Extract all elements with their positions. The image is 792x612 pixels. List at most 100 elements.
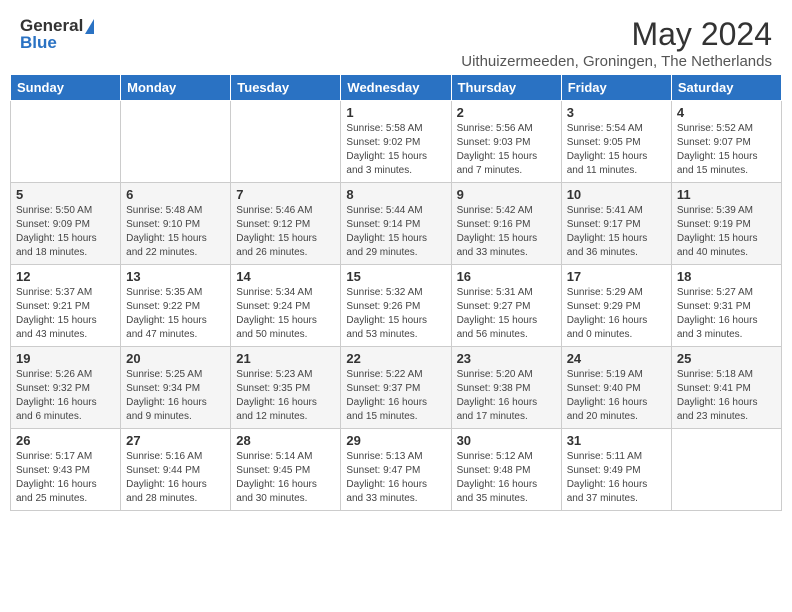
calendar-cell <box>11 101 121 183</box>
day-number: 14 <box>236 269 335 284</box>
calendar-cell: 18Sunrise: 5:27 AM Sunset: 9:31 PM Dayli… <box>671 265 781 347</box>
day-number: 12 <box>16 269 115 284</box>
calendar-cell: 31Sunrise: 5:11 AM Sunset: 9:49 PM Dayli… <box>561 429 671 511</box>
calendar-cell: 13 Sunrise: 5:35 AM Sunset: 9:22 PM Dayli… <box>121 265 231 347</box>
day-number: 9 <box>457 187 556 202</box>
day-number: 29 <box>346 433 445 448</box>
calendar-cell: 4 Sunrise: 5:52 AM Sunset: 9:07 PM Daylig… <box>671 101 781 183</box>
day-info: Sunrise: 5:13 AM Sunset: 9:47 PM Dayligh… <box>346 450 445 506</box>
day-number: 11 <box>677 187 776 202</box>
day-info: Sunrise: 5:41 AM Sunset: 9:17 PM Dayligh… <box>567 204 666 260</box>
day-number: 6 <box>126 187 225 202</box>
calendar-header-row: SundayMondayTuesdayWednesdayThursdayFrid… <box>11 75 782 101</box>
calendar-cell: 16 Sunrise: 5:31 AM Sunset: 9:27 PM Dayli… <box>451 265 561 347</box>
day-number: 10 <box>567 187 666 202</box>
calendar-cell: 17 Sunrise: 5:29 AM Sunset: 9:29 PM Dayli… <box>561 265 671 347</box>
day-info: Sunrise: 5:54 AM Sunset: 9:05 PM Dayligh… <box>567 122 666 178</box>
calendar-cell: 30 Sunrise: 5:12 AM Sunset: 9:48 PM Dayli… <box>451 429 561 511</box>
day-info: Sunrise: 5:11 AM Sunset: 9:49 PM Dayligh… <box>567 450 666 506</box>
title-block: May 2024 Uithuizermeeden, Groningen, The… <box>461 16 772 70</box>
day-number: 7 <box>236 187 335 202</box>
page-header: General Blue May 2024 Uithuizermeeden, G… <box>10 10 782 70</box>
calendar-week-row: 19 Sunrise: 5:26 AM Sunset: 9:32 PM Dayli… <box>11 347 782 429</box>
day-info: Sunrise: 5:14 AM Sunset: 9:45 PM Dayligh… <box>236 450 335 506</box>
logo-blue: Blue <box>20 33 57 53</box>
day-info: Sunrise: 5:44 AM Sunset: 9:14 PM Dayligh… <box>346 204 445 260</box>
calendar-cell: 9 Sunrise: 5:42 AM Sunset: 9:16 PM Daylig… <box>451 183 561 265</box>
day-info: Sunrise: 5:16 AM Sunset: 9:44 PM Dayligh… <box>126 450 225 506</box>
day-number: 30 <box>457 433 556 448</box>
logo-triangle-icon <box>85 19 94 34</box>
day-info: Sunrise: 5:17 AM Sunset: 9:43 PM Dayligh… <box>16 450 115 506</box>
location-subtitle: Uithuizermeeden, Groningen, The Netherla… <box>461 53 772 70</box>
calendar-cell: 12 Sunrise: 5:37 AM Sunset: 9:21 PM Dayli… <box>11 265 121 347</box>
day-info: Sunrise: 5:46 AM Sunset: 9:12 PM Dayligh… <box>236 204 335 260</box>
day-number: 17 <box>567 269 666 284</box>
day-number: 21 <box>236 351 335 366</box>
day-number: 4 <box>677 105 776 120</box>
day-number: 26 <box>16 433 115 448</box>
calendar-cell: 25 Sunrise: 5:18 AM Sunset: 9:41 PM Dayli… <box>671 347 781 429</box>
day-info: Sunrise: 5:20 AM Sunset: 9:38 PM Dayligh… <box>457 368 556 424</box>
day-info: Sunrise: 5:56 AM Sunset: 9:03 PM Dayligh… <box>457 122 556 178</box>
calendar-cell: 24Sunrise: 5:19 AM Sunset: 9:40 PM Dayli… <box>561 347 671 429</box>
day-number: 25 <box>677 351 776 366</box>
calendar-cell: 2 Sunrise: 5:56 AM Sunset: 9:03 PM Daylig… <box>451 101 561 183</box>
calendar-week-row: 26 Sunrise: 5:17 AM Sunset: 9:43 PM Dayli… <box>11 429 782 511</box>
calendar-table: SundayMondayTuesdayWednesdayThursdayFrid… <box>10 74 782 511</box>
calendar-cell: 23 Sunrise: 5:20 AM Sunset: 9:38 PM Dayli… <box>451 347 561 429</box>
calendar-cell: 8 Sunrise: 5:44 AM Sunset: 9:14 PM Daylig… <box>341 183 451 265</box>
calendar-cell: 29 Sunrise: 5:13 AM Sunset: 9:47 PM Dayli… <box>341 429 451 511</box>
day-header-tuesday: Tuesday <box>231 75 341 101</box>
day-info: Sunrise: 5:19 AM Sunset: 9:40 PM Dayligh… <box>567 368 666 424</box>
day-number: 15 <box>346 269 445 284</box>
day-info: Sunrise: 5:48 AM Sunset: 9:10 PM Dayligh… <box>126 204 225 260</box>
day-number: 23 <box>457 351 556 366</box>
day-info: Sunrise: 5:35 AM Sunset: 9:22 PM Dayligh… <box>126 286 225 342</box>
day-number: 16 <box>457 269 556 284</box>
day-number: 1 <box>346 105 445 120</box>
day-number: 13 <box>126 269 225 284</box>
calendar-cell: 19 Sunrise: 5:26 AM Sunset: 9:32 PM Dayli… <box>11 347 121 429</box>
calendar-week-row: 1 Sunrise: 5:58 AM Sunset: 9:02 PM Daylig… <box>11 101 782 183</box>
day-info: Sunrise: 5:37 AM Sunset: 9:21 PM Dayligh… <box>16 286 115 342</box>
day-number: 8 <box>346 187 445 202</box>
calendar-cell: 14 Sunrise: 5:34 AM Sunset: 9:24 PM Dayli… <box>231 265 341 347</box>
day-number: 5 <box>16 187 115 202</box>
day-info: Sunrise: 5:34 AM Sunset: 9:24 PM Dayligh… <box>236 286 335 342</box>
day-number: 2 <box>457 105 556 120</box>
calendar-cell: 11 Sunrise: 5:39 AM Sunset: 9:19 PM Dayli… <box>671 183 781 265</box>
calendar-cell <box>121 101 231 183</box>
day-info: Sunrise: 5:31 AM Sunset: 9:27 PM Dayligh… <box>457 286 556 342</box>
calendar-cell: 28 Sunrise: 5:14 AM Sunset: 9:45 PM Dayli… <box>231 429 341 511</box>
day-number: 28 <box>236 433 335 448</box>
calendar-cell: 15Sunrise: 5:32 AM Sunset: 9:26 PM Dayli… <box>341 265 451 347</box>
calendar-cell: 1 Sunrise: 5:58 AM Sunset: 9:02 PM Daylig… <box>341 101 451 183</box>
calendar-cell: 7 Sunrise: 5:46 AM Sunset: 9:12 PM Daylig… <box>231 183 341 265</box>
calendar-cell: 21Sunrise: 5:23 AM Sunset: 9:35 PM Dayli… <box>231 347 341 429</box>
day-info: Sunrise: 5:18 AM Sunset: 9:41 PM Dayligh… <box>677 368 776 424</box>
day-header-saturday: Saturday <box>671 75 781 101</box>
day-info: Sunrise: 5:52 AM Sunset: 9:07 PM Dayligh… <box>677 122 776 178</box>
day-info: Sunrise: 5:29 AM Sunset: 9:29 PM Dayligh… <box>567 286 666 342</box>
calendar-cell: 6 Sunrise: 5:48 AM Sunset: 9:10 PM Daylig… <box>121 183 231 265</box>
day-info: Sunrise: 5:42 AM Sunset: 9:16 PM Dayligh… <box>457 204 556 260</box>
day-number: 19 <box>16 351 115 366</box>
calendar-cell: 3Sunrise: 5:54 AM Sunset: 9:05 PM Daylig… <box>561 101 671 183</box>
day-info: Sunrise: 5:39 AM Sunset: 9:19 PM Dayligh… <box>677 204 776 260</box>
day-info: Sunrise: 5:12 AM Sunset: 9:48 PM Dayligh… <box>457 450 556 506</box>
day-header-monday: Monday <box>121 75 231 101</box>
day-info: Sunrise: 5:50 AM Sunset: 9:09 PM Dayligh… <box>16 204 115 260</box>
day-header-sunday: Sunday <box>11 75 121 101</box>
day-info: Sunrise: 5:26 AM Sunset: 9:32 PM Dayligh… <box>16 368 115 424</box>
day-info: Sunrise: 5:27 AM Sunset: 9:31 PM Dayligh… <box>677 286 776 342</box>
day-info: Sunrise: 5:58 AM Sunset: 9:02 PM Dayligh… <box>346 122 445 178</box>
day-header-thursday: Thursday <box>451 75 561 101</box>
calendar-cell: 10 Sunrise: 5:41 AM Sunset: 9:17 PM Dayli… <box>561 183 671 265</box>
day-header-wednesday: Wednesday <box>341 75 451 101</box>
day-number: 22 <box>346 351 445 366</box>
day-number: 20 <box>126 351 225 366</box>
calendar-cell: 22Sunrise: 5:22 AM Sunset: 9:37 PM Dayli… <box>341 347 451 429</box>
logo: General Blue <box>20 16 94 53</box>
calendar-cell: 20Sunrise: 5:25 AM Sunset: 9:34 PM Dayli… <box>121 347 231 429</box>
